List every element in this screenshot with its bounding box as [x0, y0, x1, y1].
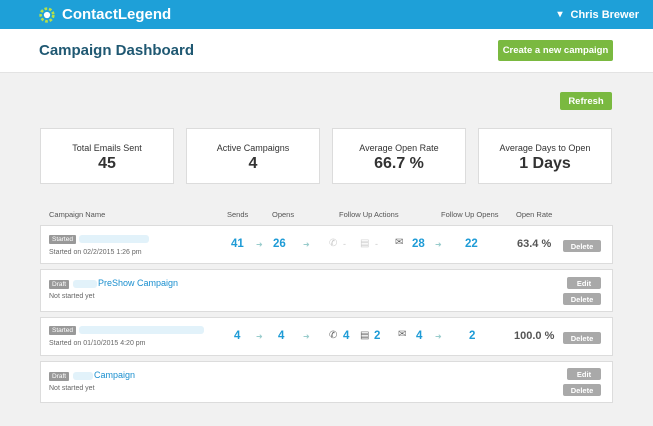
document-icon: ▤ — [360, 330, 370, 341]
emails-count[interactable]: 28 — [412, 238, 425, 250]
col-header-opens: Opens — [272, 210, 295, 219]
phone-icon: ✆ — [329, 238, 338, 249]
stat-active-campaigns: Active Campaigns 4 — [186, 128, 320, 184]
delete-button[interactable]: Delete — [563, 332, 601, 344]
campaign-row[interactable]: Started Started on 01/10/2015 4:20 pm 4 … — [40, 317, 613, 356]
delete-button[interactable]: Delete — [563, 240, 601, 252]
col-header-followup-opens: Follow Up Opens — [441, 210, 499, 219]
campaign-subtitle: Not started yet — [49, 385, 95, 392]
redacted-name — [73, 372, 93, 380]
followup-opens-count[interactable]: 2 — [469, 330, 475, 342]
arrow-right-icon: ➜ — [435, 332, 442, 341]
edit-button[interactable]: Edit — [567, 277, 601, 289]
gear-logo-icon — [39, 6, 55, 23]
stat-label: Average Open Rate — [359, 143, 439, 153]
followup-opens-count[interactable]: 22 — [465, 238, 478, 250]
stat-open-rate: Average Open Rate 66.7 % — [332, 128, 466, 184]
stat-value: 45 — [98, 155, 116, 172]
opens-count[interactable]: 26 — [273, 238, 286, 250]
open-rate-value: 63.4 % — [517, 238, 552, 250]
redacted-name — [73, 280, 97, 288]
sends-count[interactable]: 41 — [231, 238, 244, 250]
envelope-icon: ✉ — [398, 329, 407, 340]
campaign-row[interactable]: Started Started on 02/2/2015 1:26 pm 41 … — [40, 225, 613, 264]
arrow-right-icon: ➜ — [303, 240, 310, 249]
redacted-name — [79, 235, 149, 243]
envelope-icon: ✉ — [395, 237, 404, 248]
arrow-right-icon: ➜ — [303, 332, 310, 341]
stat-value: 4 — [248, 155, 258, 172]
status-badge: Draft — [49, 372, 70, 381]
status-badge: Started — [49, 326, 76, 335]
emails-count[interactable]: 4 — [416, 330, 422, 342]
col-header-name: Campaign Name — [49, 210, 106, 219]
user-name: Chris Brewer — [570, 8, 639, 21]
stat-label: Active Campaigns — [216, 143, 290, 153]
calls-count[interactable]: 4 — [343, 330, 349, 342]
col-header-followup-actions: Follow Up Actions — [339, 210, 399, 219]
user-menu[interactable]: ▾ Chris Brewer — [557, 9, 639, 21]
campaign-subtitle: Not started yet — [49, 293, 95, 300]
opens-count[interactable]: 4 — [278, 330, 284, 342]
open-rate-value: 100.0 % — [514, 330, 555, 342]
dropdown-icon: ▾ — [557, 9, 563, 20]
arrow-right-icon: ➜ — [256, 332, 263, 341]
redacted-name — [79, 326, 204, 334]
campaign-name-link[interactable]: Campaign — [94, 370, 135, 380]
delete-button[interactable]: Delete — [563, 384, 601, 396]
refresh-button[interactable]: Refresh — [560, 92, 612, 110]
delete-button[interactable]: Delete — [563, 293, 601, 305]
status-badge: Draft — [49, 280, 70, 289]
campaign-name-link[interactable]: PreShow Campaign — [98, 278, 178, 288]
stat-value: 1 Days — [519, 155, 571, 172]
arrow-right-icon: ➜ — [256, 240, 263, 249]
docs-count: - — [375, 239, 378, 249]
arrow-right-icon: ➜ — [435, 240, 442, 249]
document-icon: ▤ — [360, 238, 370, 249]
phone-icon: ✆ — [329, 330, 338, 341]
stat-label: Average Days to Open — [499, 143, 591, 153]
create-campaign-button[interactable]: Create a new campaign — [498, 40, 613, 61]
top-navbar: ContactLegend ▾ Chris Brewer — [0, 0, 653, 29]
calls-count: - — [343, 239, 346, 249]
sends-count[interactable]: 4 — [234, 330, 240, 342]
docs-count[interactable]: 2 — [374, 330, 380, 342]
brand-logo[interactable]: ContactLegend — [38, 6, 171, 24]
status-badge: Started — [49, 235, 76, 244]
stat-days-to-open: Average Days to Open 1 Days — [478, 128, 612, 184]
stat-total-emails: Total Emails Sent 45 — [40, 128, 174, 184]
campaign-subtitle: Started on 01/10/2015 4:20 pm — [49, 340, 146, 347]
stat-value: 66.7 % — [374, 155, 424, 172]
col-header-sends: Sends — [227, 210, 249, 219]
edit-button[interactable]: Edit — [567, 368, 601, 380]
page-header: Campaign Dashboard Create a new campaign — [0, 29, 653, 73]
campaign-subtitle: Started on 02/2/2015 1:26 pm — [49, 249, 142, 256]
campaign-row[interactable]: Draft PreShow Campaign Not started yet E… — [40, 269, 613, 312]
col-header-open-rate: Open Rate — [516, 210, 553, 219]
page-title: Campaign Dashboard — [39, 42, 195, 59]
brand-name: ContactLegend — [62, 6, 172, 23]
stat-label: Total Emails Sent — [72, 143, 142, 153]
campaign-row[interactable]: Draft Campaign Not started yet Edit Dele… — [40, 361, 613, 403]
